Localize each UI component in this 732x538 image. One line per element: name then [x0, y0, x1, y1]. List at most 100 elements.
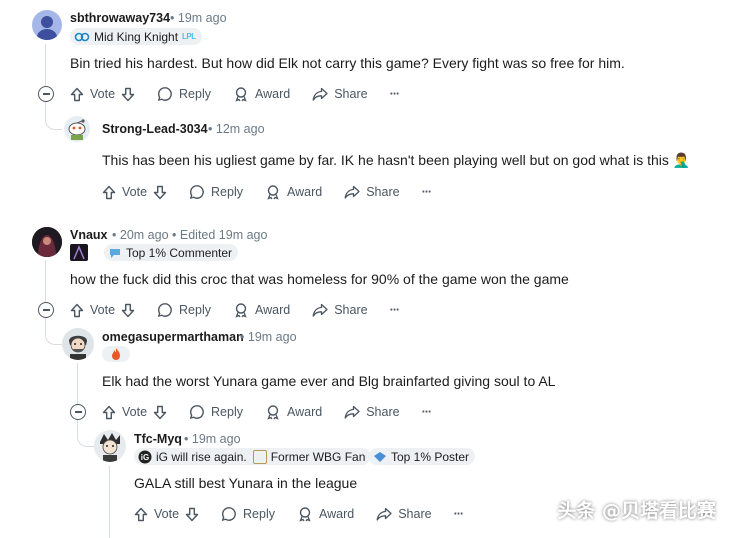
more-options-button[interactable]: ···	[422, 185, 432, 199]
more-options-button[interactable]: ···	[390, 303, 400, 317]
collapse-button[interactable]	[70, 404, 86, 420]
more-options-button[interactable]: ···	[454, 507, 464, 521]
arrow-down-icon[interactable]	[153, 185, 167, 200]
avatar[interactable]	[62, 328, 94, 360]
medal-icon	[235, 87, 247, 102]
more-label: ···	[389, 303, 400, 317]
comment-meta: • 20m ago • Edited 19m ago	[112, 228, 267, 242]
comment-body: Bin tried his hardest. But how did Elk n…	[70, 55, 625, 71]
more-label: ···	[421, 185, 432, 199]
arrow-down-icon[interactable]	[185, 507, 199, 522]
reply-button[interactable]: Reply	[189, 404, 243, 420]
vote-control: Vote	[102, 405, 167, 420]
share-arrow-icon	[312, 303, 328, 317]
vote-control: Vote	[70, 303, 135, 318]
vote-control: Vote	[134, 507, 199, 522]
comment-time: 19m ago	[177, 11, 227, 25]
vote-control: Vote	[70, 87, 135, 102]
separator: •	[112, 228, 117, 242]
share-button[interactable]: Share	[312, 302, 368, 318]
arrow-up-icon[interactable]	[70, 87, 84, 102]
arrow-down-icon[interactable]	[121, 303, 135, 318]
avatar[interactable]	[64, 116, 90, 142]
share-button[interactable]: Share	[376, 506, 432, 522]
medal-icon	[299, 507, 311, 522]
comment-actions: Vote Reply Award Share ···	[102, 180, 453, 204]
arrow-up-icon[interactable]	[102, 405, 116, 420]
comment-actions: Vote Reply Award Share ···	[70, 298, 421, 322]
more-label: ···	[453, 507, 464, 521]
share-arrow-icon	[376, 507, 392, 521]
separator: •	[184, 432, 189, 446]
award-button[interactable]: Award	[297, 506, 354, 522]
league-emblem: LPL	[182, 32, 196, 41]
comment-meta: • 12m ago	[208, 122, 265, 136]
share-button[interactable]: Share	[312, 86, 368, 102]
share-button[interactable]: Share	[344, 404, 400, 420]
flair-text: Top 1% Commenter	[126, 245, 233, 260]
comment-meta: • 19m ago	[170, 11, 227, 25]
share-arrow-icon	[344, 405, 360, 419]
reply-button[interactable]: Reply	[157, 302, 211, 318]
more-options-button[interactable]: ···	[422, 405, 432, 419]
reply-label: Reply	[179, 303, 211, 317]
user-flair: iG iG will rise again. Former WBG Fan	[134, 448, 372, 465]
avatar[interactable]	[94, 430, 126, 462]
knight-icon	[74, 32, 90, 41]
share-arrow-icon	[312, 87, 328, 101]
avatar[interactable]	[32, 10, 62, 40]
comment-meta: • 19m ago	[184, 432, 241, 446]
share-label: Share	[366, 185, 400, 199]
medal-icon	[235, 303, 247, 318]
collapse-button[interactable]	[38, 86, 54, 102]
comment-actions: Vote Reply Award Share ···	[102, 400, 453, 424]
arrow-up-icon[interactable]	[134, 507, 148, 522]
comment-author[interactable]: omegasupermarthaman	[102, 330, 244, 344]
vote-control: Vote	[102, 185, 167, 200]
comment-actions: Vote Reply Award Share ···	[134, 502, 485, 526]
user-flair: Top 1% Poster	[369, 448, 476, 465]
share-label: Share	[366, 405, 400, 419]
award-button[interactable]: Award	[265, 184, 322, 200]
share-button[interactable]: Share	[344, 184, 400, 200]
more-options-button[interactable]: ···	[390, 87, 400, 101]
share-label: Share	[398, 507, 432, 521]
award-button[interactable]: Award	[233, 86, 290, 102]
svg-text:iG: iG	[141, 453, 149, 462]
comment-author[interactable]: Strong-Lead-3034	[102, 122, 208, 136]
commenter-badge-icon	[110, 248, 120, 258]
award-label: Award	[287, 185, 323, 199]
comment-author[interactable]: Tfc-Myq	[134, 432, 182, 446]
flair-text: Top 1% Poster	[391, 449, 470, 464]
collapse-button[interactable]	[38, 302, 54, 318]
arrow-down-icon[interactable]	[153, 405, 167, 420]
avatar[interactable]	[32, 227, 62, 257]
reply-button[interactable]: Reply	[157, 86, 211, 102]
wbg-logo-icon	[252, 449, 267, 464]
separator: •	[208, 122, 213, 136]
user-flair: Mid King Knight LPL	[70, 28, 202, 45]
comment-body: Elk had the worst Yunara game ever and B…	[102, 373, 556, 389]
user-flair	[102, 346, 130, 362]
award-button[interactable]: Award	[265, 404, 322, 420]
comment-author[interactable]: Vnaux	[70, 228, 108, 242]
thread-elbow	[45, 316, 62, 345]
arrow-up-icon[interactable]	[102, 185, 116, 200]
vote-label: Vote	[122, 185, 148, 199]
thread-elbow	[45, 101, 62, 130]
reply-button[interactable]: Reply	[189, 184, 243, 200]
arrow-up-icon[interactable]	[70, 303, 84, 318]
speech-bubble-icon	[189, 405, 204, 420]
speech-bubble-icon	[189, 185, 204, 200]
arrow-down-icon[interactable]	[121, 87, 135, 102]
more-label: ···	[421, 405, 432, 419]
medal-icon	[267, 405, 279, 420]
separator: •	[172, 228, 177, 242]
ig-logo-icon: iG	[138, 450, 152, 463]
flair-emblem-icon	[70, 244, 88, 261]
edited-label: Edited 19m ago	[179, 228, 268, 242]
award-button[interactable]: Award	[233, 302, 290, 318]
reply-button[interactable]: Reply	[221, 506, 275, 522]
comment-author[interactable]: sbthrowaway734	[70, 11, 170, 25]
separator: •	[240, 330, 245, 344]
